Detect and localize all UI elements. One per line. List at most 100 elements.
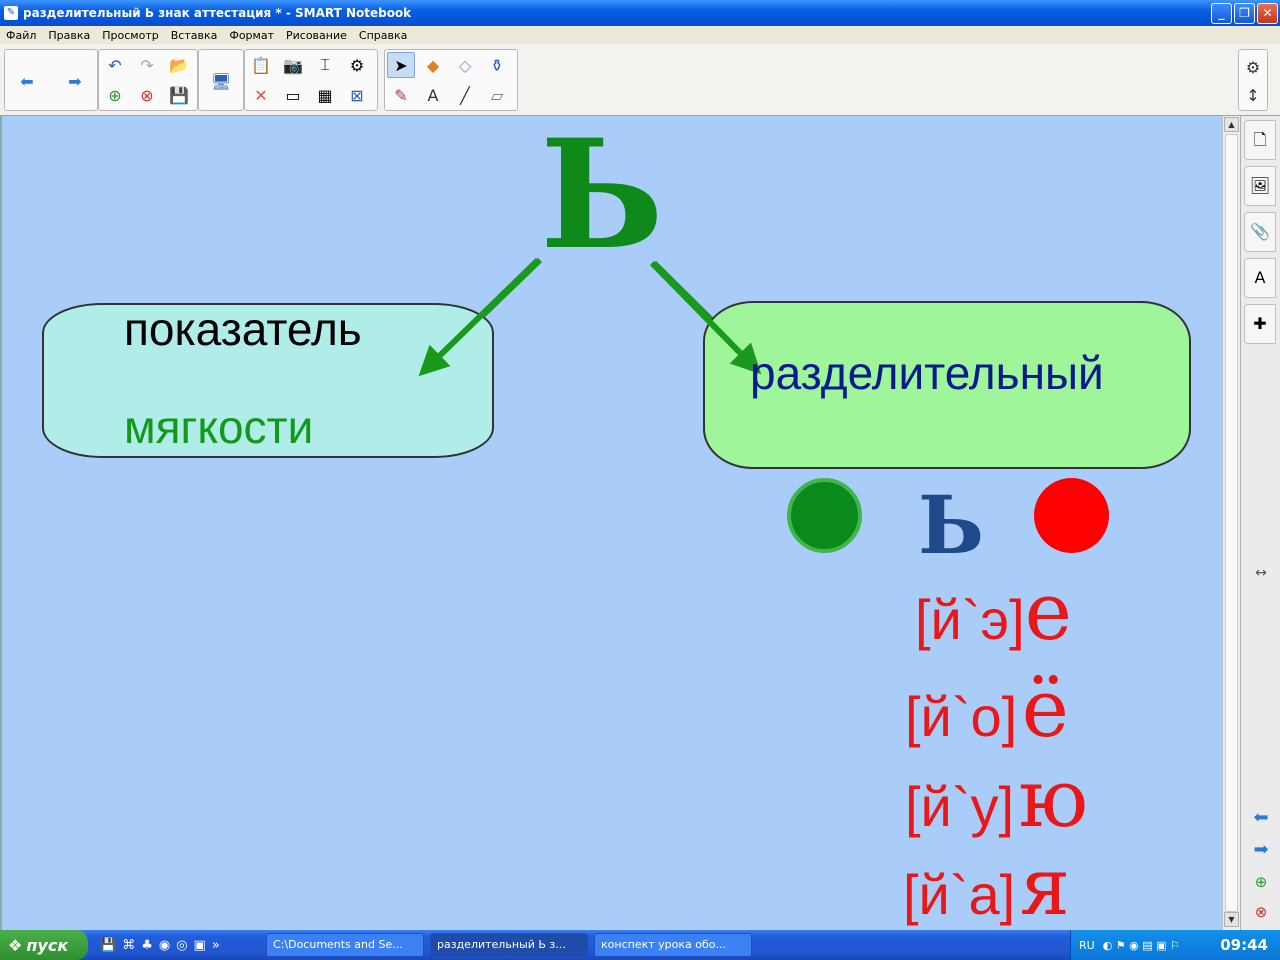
firefox-icon[interactable]: ◎ [176, 938, 187, 953]
network-icon[interactable]: ⌘ [122, 938, 135, 953]
minimize-button[interactable]: _ [1211, 3, 1232, 24]
menu-file[interactable]: Файл [0, 29, 42, 42]
quick-launch: 💾 ⌘ ♣ ◉ ◎ ▣ » [100, 938, 260, 953]
move-toolbar-icon[interactable]: ↕ [1239, 82, 1267, 108]
separating-label[interactable]: разделительный [750, 346, 1104, 400]
redo-icon[interactable]: ↷ [133, 52, 161, 78]
menu-edit[interactable]: Правка [42, 29, 96, 42]
attachments-icon[interactable]: 📎 [1244, 212, 1276, 252]
eraser-icon[interactable]: ◇ [451, 52, 479, 78]
soft-sign-letter[interactable]: Ь [540, 120, 664, 270]
notes-icon[interactable]: ▣ [194, 938, 206, 953]
red-circle[interactable] [1034, 478, 1109, 553]
taskbar-item-word[interactable]: конспект урока обо... [594, 933, 752, 957]
add-page-icon[interactable]: ⊕ [1249, 870, 1273, 894]
transcription: [й`э] [915, 588, 1025, 651]
open-icon[interactable]: 📂 [165, 52, 193, 78]
start-label: пуск [26, 935, 69, 955]
line-icon[interactable]: ╱ [451, 82, 479, 108]
previous-page-icon[interactable]: ⬅ [1249, 806, 1273, 830]
delete-icon[interactable]: ✕ [247, 82, 275, 108]
phonetic-row[interactable]: [й`у] ю [905, 752, 1088, 845]
transcription: [й`у] [905, 775, 1015, 838]
scroll-thumb[interactable] [1225, 134, 1238, 912]
close-button[interactable]: ✕ [1257, 3, 1278, 24]
save-icon[interactable]: 💾 [165, 82, 193, 108]
notebook-icon: ✎ [4, 6, 18, 20]
back-icon[interactable]: ⬅ [13, 68, 41, 94]
tools-group: 📋 📷 ⌶ ⚙ ✕ ▭ ▦ ⊠ [244, 49, 378, 111]
start-button[interactable]: ❖ пуск [0, 930, 88, 960]
menu-format[interactable]: Формат [223, 29, 280, 42]
softness-label[interactable]: мягкости [124, 400, 313, 454]
undo-icon[interactable]: ↶ [101, 52, 129, 78]
vowel-letter: ё [1021, 662, 1069, 755]
title-bar: ✎ разделительный Ь знак аттестация * - S… [0, 0, 1280, 26]
forward-icon[interactable]: ➡ [61, 68, 89, 94]
tray-icons[interactable]: ◐ ⚑ ◉ ▤ ▣ ⚐ [1103, 939, 1180, 952]
menu-help[interactable]: Справка [353, 29, 413, 42]
scroll-down-icon[interactable]: ▼ [1224, 912, 1239, 927]
transcription: [й`о] [905, 685, 1018, 748]
shapes-icon[interactable]: ◆ [419, 52, 447, 78]
properties-icon[interactable]: A [1244, 258, 1276, 298]
new-page-icon[interactable]: ⊕ [101, 82, 129, 108]
vertical-scrollbar[interactable]: ▲ ▼ [1222, 116, 1240, 930]
phonetic-row[interactable]: [й`о] ё [905, 662, 1069, 755]
resize-panel-icon[interactable]: ↔ [1249, 561, 1273, 585]
vowel-letter: я [1019, 840, 1071, 933]
indicator-label[interactable]: показатель [124, 302, 362, 356]
language-indicator[interactable]: RU [1079, 939, 1095, 952]
clock[interactable]: 09:44 [1220, 936, 1268, 954]
screenshot-icon[interactable]: 📷 [279, 52, 307, 78]
menu-bar: Файл Правка Просмотр Вставка Формат Рисо… [0, 26, 1280, 44]
display-group: 🖥 [198, 49, 244, 111]
screen-shade-icon[interactable]: ▭ [279, 82, 307, 108]
phonetic-row[interactable]: [й`э]е [915, 565, 1072, 658]
next-page-icon[interactable]: ➡ [1249, 838, 1273, 862]
green-circle[interactable] [787, 478, 862, 553]
phonetic-row[interactable]: [й`а] я [903, 840, 1070, 933]
pens-icon[interactable]: ✎ [387, 82, 415, 108]
addons-icon[interactable]: ✚ [1244, 304, 1276, 344]
close-icon[interactable]: ⊠ [343, 82, 371, 108]
page-sorter-icon[interactable]: 🗋 [1244, 120, 1276, 160]
page-group: ↶ ↷ 📂 ⊕ ⊗ 💾 [98, 49, 198, 111]
delete-page-icon[interactable]: ⊗ [1249, 900, 1273, 924]
scroll-up-icon[interactable]: ▲ [1224, 117, 1239, 132]
more-icon[interactable]: » [212, 938, 220, 953]
torrent-icon[interactable]: ◉ [159, 938, 170, 953]
windows-logo-icon: ❖ [8, 935, 23, 955]
blue-soft-sign[interactable]: Ь [918, 480, 984, 570]
paste-icon[interactable]: 📋 [247, 52, 275, 78]
fill-icon[interactable]: ⚱ [483, 52, 511, 78]
select-icon[interactable]: ➤ [387, 52, 415, 78]
delete-page-icon[interactable]: ⊗ [133, 82, 161, 108]
document-camera-icon[interactable]: ⌶ [311, 52, 339, 78]
system-tray: RU ◐ ⚑ ◉ ▤ ▣ ⚐ 09:44 [1070, 930, 1280, 960]
window-controls: _ ❐ ✕ [1211, 3, 1278, 24]
drawing-group: ➤ ◆ ◇ ⚱ ✎ A ╱ ▱ [384, 49, 518, 111]
tree-icon[interactable]: ♣ [141, 938, 153, 953]
save-icon[interactable]: 💾 [100, 938, 116, 953]
taskbar-item-notebook[interactable]: разделительный Ь з... [430, 933, 588, 957]
screen-icon[interactable]: 🖥 [207, 68, 235, 94]
text-icon[interactable]: A [419, 82, 447, 108]
side-panel: 🗋 🖼 📎 A ✚ ↔ ⬅ ➡ ⊕ ⊗ [1240, 116, 1280, 930]
vowel-letter: е [1024, 565, 1072, 658]
table-icon[interactable]: ▦ [311, 82, 339, 108]
vowel-letter: ю [1018, 752, 1089, 845]
settings-group: ⚙ ↕ [1238, 49, 1268, 111]
taskbar-item-explorer[interactable]: C:\Documents and Se... [266, 933, 424, 957]
measure-icon[interactable]: ⚙ [343, 52, 371, 78]
menu-view[interactable]: Просмотр [96, 29, 164, 42]
navigation-group: ⬅ ➡ [4, 49, 98, 111]
gallery-icon[interactable]: 🖼 [1244, 166, 1276, 206]
transcription: [й`а] [903, 863, 1016, 926]
taskbar: ❖ пуск 💾 ⌘ ♣ ◉ ◎ ▣ » C:\Documents and Se… [0, 930, 1280, 960]
maximize-button[interactable]: ❐ [1234, 3, 1255, 24]
gear-icon[interactable]: ⚙ [1239, 54, 1267, 80]
menu-insert[interactable]: Вставка [165, 29, 224, 42]
magic-eraser-icon[interactable]: ▱ [483, 82, 511, 108]
menu-draw[interactable]: Рисование [280, 29, 353, 42]
